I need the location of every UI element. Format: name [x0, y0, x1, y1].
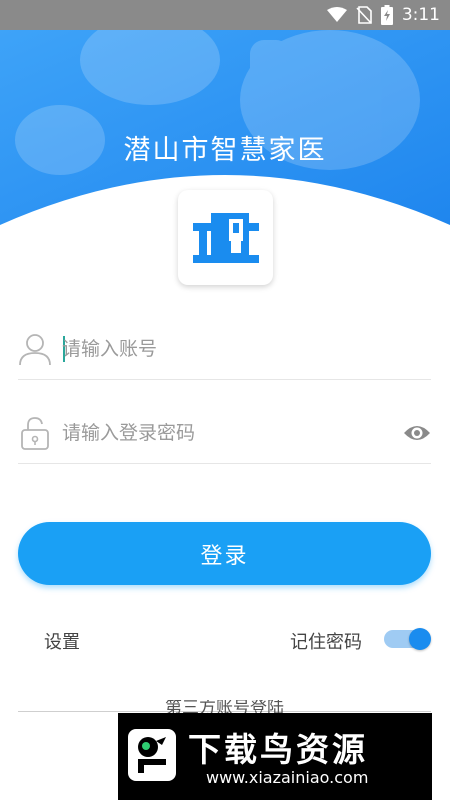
watermark-banner: 下载鸟资源 www.xiazainiao.com	[118, 713, 432, 800]
account-input[interactable]	[62, 334, 382, 364]
third-party-login-label: 第三方账号登陆	[165, 700, 284, 714]
remember-password-label: 记住密码	[290, 632, 362, 653]
bird-logo-icon	[128, 729, 176, 781]
user-icon	[19, 334, 51, 366]
third-party-login-divider: 第三方账号登陆	[18, 700, 431, 714]
password-field-row	[18, 406, 431, 464]
status-icons: 3:11	[326, 0, 440, 30]
remember-password-toggle[interactable]	[384, 628, 431, 650]
account-field-row	[18, 322, 431, 380]
toggle-knob	[409, 628, 431, 650]
wifi-icon	[326, 7, 347, 22]
status-time: 3:11	[401, 5, 440, 25]
eye-icon[interactable]	[403, 422, 431, 444]
watermark-url: www.xiazainiao.com	[206, 768, 369, 787]
settings-link[interactable]: 设置	[44, 628, 80, 654]
battery-charging-icon	[380, 5, 393, 25]
status-bar: 3:11	[0, 0, 450, 30]
no-sim-icon	[356, 6, 372, 24]
app-logo	[178, 190, 273, 285]
watermark-brand: 下载鸟资源	[188, 730, 368, 769]
app-title: 潜山市智慧家医	[123, 135, 327, 166]
password-input[interactable]	[62, 418, 382, 448]
unlock-icon	[21, 417, 49, 450]
house-logo-icon	[192, 212, 259, 263]
login-button[interactable]: 登录	[18, 522, 431, 585]
